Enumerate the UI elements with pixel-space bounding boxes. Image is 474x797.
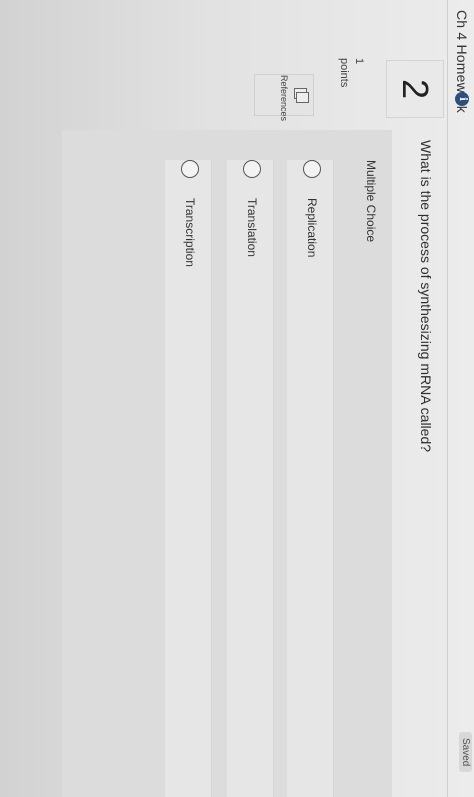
question-number: 2	[386, 60, 444, 118]
answer-option-replication[interactable]: Replication	[287, 160, 334, 797]
info-icon[interactable]: i	[455, 92, 469, 106]
references-button[interactable]: References	[254, 74, 314, 122]
question-text: What is the process of synthesizing mRNA…	[418, 140, 434, 453]
references-icon	[295, 88, 309, 102]
saved-status: Saved	[459, 732, 472, 773]
radio-button[interactable]	[303, 160, 321, 178]
points-value: 1	[353, 58, 365, 65]
question-type-label: Multiple Choice	[364, 160, 378, 243]
homework-screen: Ch 4 Homework i Saved 2 1 points Referen…	[0, 0, 474, 797]
answer-option-label: Replication	[305, 198, 319, 258]
radio-button[interactable]	[181, 160, 199, 178]
answer-option-translation[interactable]: Translation	[227, 160, 274, 797]
points-label: points	[338, 58, 350, 88]
assignment-header: Ch 4 Homework i Saved	[447, 0, 474, 797]
references-label: References	[279, 75, 289, 122]
answer-option-label: Transcription	[183, 198, 197, 267]
answer-option-label: Translation	[245, 198, 259, 257]
radio-button[interactable]	[243, 160, 261, 178]
answer-option-transcription[interactable]: Transcription	[165, 160, 212, 797]
points-info: 1 points	[336, 58, 366, 87]
